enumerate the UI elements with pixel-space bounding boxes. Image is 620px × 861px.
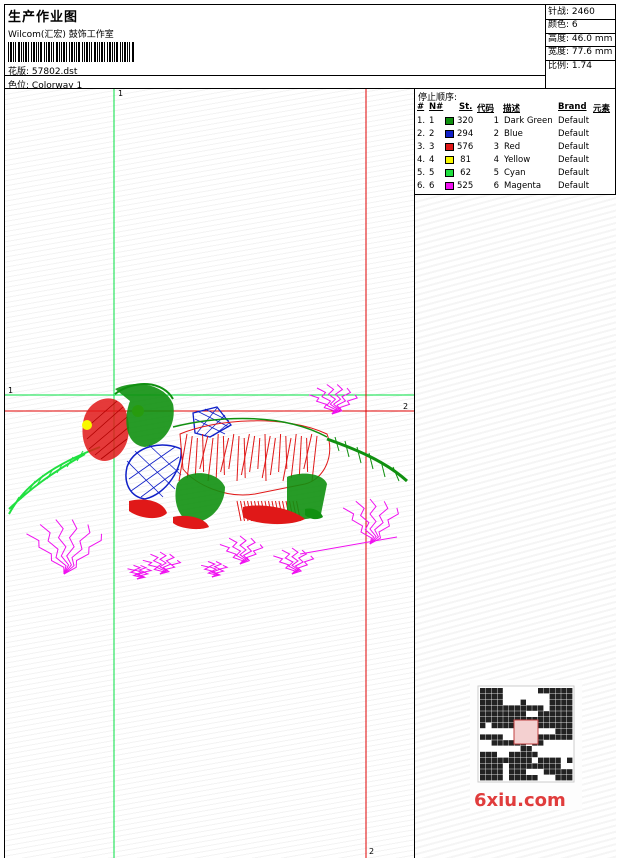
page-title: 生产作业图	[8, 10, 79, 25]
row-brand: Default	[558, 142, 590, 152]
row-desc: Red	[504, 142, 521, 152]
stat-scale: 比例: 1.74	[548, 61, 592, 71]
guide-h1-label: 1	[8, 386, 14, 395]
qr-code-icon	[477, 685, 575, 783]
stat-width: 宽度: 77.6 mm	[548, 47, 613, 57]
row-code: 3	[493, 142, 499, 152]
embroidery-design	[5, 89, 414, 858]
row-index: 4.	[417, 155, 426, 165]
row-index: 2.	[417, 129, 426, 139]
row-stitches: 81	[460, 155, 471, 165]
row-index: 6.	[417, 181, 426, 191]
row-desc: Blue	[504, 129, 523, 139]
col-header-stitches: St.	[459, 102, 473, 112]
row-code: 1	[493, 116, 499, 126]
row-stitches: 294	[457, 129, 474, 139]
stop-row[interactable]: 1. 1 320 1 Dark Green Default	[415, 115, 615, 128]
row-desc: Yellow	[504, 155, 531, 165]
row-stitches: 525	[457, 181, 474, 191]
row-needle: 4	[429, 155, 435, 165]
stat-height: 高度: 46.0 mm	[548, 34, 613, 44]
row-needle: 6	[429, 181, 435, 191]
col-header-index: #	[417, 102, 425, 112]
guide-v1-label: 1	[118, 89, 124, 98]
color-swatch	[445, 130, 454, 138]
row-needle: 5	[429, 168, 435, 178]
tail	[326, 437, 409, 483]
design-stats: 针战: 2460 颜色: 6 高度: 46.0 mm 宽度: 77.6 mm 比…	[546, 5, 616, 89]
eye-dot	[82, 420, 92, 430]
stop-order-panel: 停止顺序: # N# St. 代码 描述 Brand 元素 1. 1 320 1 Dar…	[414, 89, 616, 195]
stat-colors: 颜色: 6	[548, 20, 578, 30]
row-stitches: 320	[457, 116, 474, 126]
color-swatch	[445, 156, 454, 164]
color-swatch	[445, 169, 454, 177]
row-needle: 1	[429, 116, 435, 126]
design-preview-canvas[interactable]: 1 1 2 2	[5, 89, 414, 858]
row-desc: Cyan	[504, 168, 526, 178]
tail-hatch	[334, 436, 400, 482]
col-header-element: 元素	[593, 104, 611, 114]
row-index: 3.	[417, 142, 426, 152]
row-needle: 2	[429, 129, 435, 139]
stop-row[interactable]: 2. 2 294 2 Blue Default	[415, 128, 615, 141]
barcode-icon	[8, 42, 134, 62]
row-code: 5	[493, 168, 499, 178]
header-info: 生产作业图 Wilcom(汇宏) 鼓饰工作室 花版: 57802.dst 色位:…	[5, 5, 546, 91]
software-subtitle: Wilcom(汇宏) 鼓饰工作室	[8, 30, 114, 40]
row-stitches: 62	[460, 168, 471, 178]
col-header-desc: 描述	[503, 104, 521, 114]
row-brand: Default	[558, 116, 590, 126]
row-brand: Default	[558, 155, 590, 165]
stat-stitches: 针战: 2460	[548, 7, 595, 17]
header-divider	[5, 75, 545, 76]
row-code: 6	[493, 181, 499, 191]
col-header-code: 代码	[477, 104, 495, 114]
color-swatch	[445, 182, 454, 190]
stop-row[interactable]: 4. 4 81 4 Yellow Default	[415, 154, 615, 167]
color-swatch	[445, 117, 454, 125]
watermark-text: 6xiu.com	[474, 790, 566, 811]
color-swatch	[445, 143, 454, 151]
row-brand: Default	[558, 129, 590, 139]
row-index: 5.	[417, 168, 426, 178]
row-desc: Magenta	[504, 181, 542, 191]
row-code: 2	[493, 129, 499, 139]
stop-row[interactable]: 5. 5 62 5 Cyan Default	[415, 167, 615, 180]
row-needle: 3	[429, 142, 435, 152]
row-stitches: 576	[457, 142, 474, 152]
row-code: 4	[493, 155, 499, 165]
row-desc: Dark Green	[504, 116, 553, 126]
guide-h2-label: 2	[403, 402, 409, 411]
row-brand: Default	[558, 181, 590, 191]
stop-row[interactable]: 3. 3 576 3 Red Default	[415, 141, 615, 154]
guide-v2-label: 2	[369, 847, 375, 856]
col-header-brand: Brand	[558, 102, 587, 112]
grass-baseline	[299, 536, 398, 555]
blue-patch-lower	[125, 444, 182, 500]
row-brand: Default	[558, 168, 590, 178]
front-leg	[175, 473, 225, 523]
stop-row[interactable]: 6. 6 525 6 Magenta Default	[415, 180, 615, 193]
col-header-n: N#	[429, 102, 444, 112]
grass-stroke	[8, 446, 101, 515]
front-foot	[129, 499, 167, 519]
row-index: 1.	[417, 116, 426, 126]
